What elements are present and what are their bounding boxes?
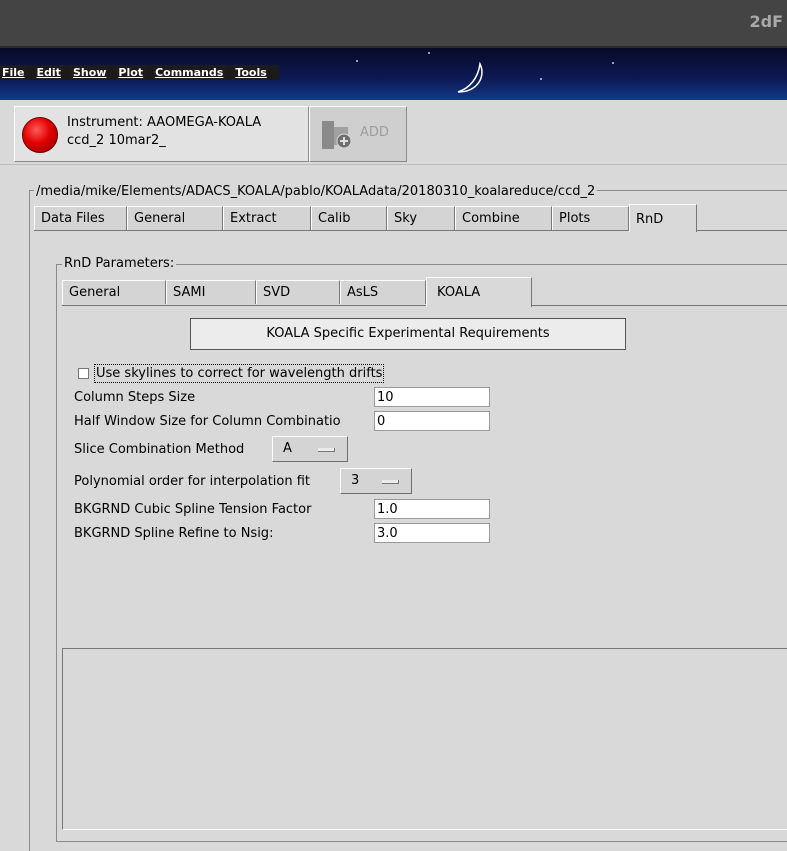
bkg-refine-label: BKGRND Spline Refine to Nsig: (74, 526, 274, 541)
use-skylines-label[interactable]: Use skylines to correct for wavelength d… (94, 364, 385, 383)
rnd-tab-divider-right (532, 305, 787, 306)
bkg-refine-input[interactable] (374, 523, 490, 543)
rnd-tab-koala[interactable]: KOALA (426, 277, 532, 307)
menu-commands[interactable]: Commands (153, 65, 226, 80)
dropdown-indicator-icon (382, 480, 399, 484)
tab-calib[interactable]: Calib (311, 206, 387, 230)
tab-data-files[interactable]: Data Files (34, 206, 127, 230)
rnd-group-label: RnD Parameters: (62, 256, 177, 271)
tab-plots[interactable]: Plots (552, 206, 629, 230)
menu-edit[interactable]: Edit (34, 65, 63, 80)
add-label: ADD (360, 125, 389, 140)
rnd-tab-divider (62, 305, 426, 306)
rnd-tab-sami[interactable]: SAMI (166, 280, 256, 304)
rnd-tab-general[interactable]: General (62, 280, 166, 304)
tab-general[interactable]: General (127, 206, 223, 230)
slice-method-value: A (283, 441, 292, 456)
poly-order-value: 3 (351, 473, 360, 488)
poly-order-select[interactable]: 3 (340, 468, 412, 494)
half-window-label: Half Window Size for Column Combinatio (74, 414, 341, 429)
instrument-bar: Instrument: AAOMEGA-KOALA ccd_2 10mar2_ … (0, 100, 787, 165)
half-window-input[interactable] (374, 411, 490, 431)
rnd-tab-svd[interactable]: SVD (256, 280, 340, 304)
tab-divider-right (697, 230, 787, 231)
path-label: /media/mike/Elements/ADACS_KOALA/pablo/K… (34, 184, 598, 199)
instrument-sublabel: ccd_2 10mar2_ (67, 133, 166, 148)
bkg-tension-label: BKGRND Cubic Spline Tension Factor (74, 502, 312, 517)
tab-combine[interactable]: Combine (455, 206, 552, 230)
menu-file[interactable]: File (0, 65, 27, 80)
menu-show[interactable]: Show (70, 65, 109, 80)
tab-extract[interactable]: Extract (223, 206, 311, 230)
dropdown-indicator-icon (318, 448, 335, 452)
poly-order-label: Polynomial order for interpolation fit (74, 474, 311, 489)
instrument-label: Instrument: AAOMEGA-KOALA (67, 115, 262, 130)
tab-rnd[interactable]: RnD (629, 204, 697, 232)
window-titlebar: 2dF (0, 0, 787, 48)
status-led-icon (22, 117, 58, 153)
slice-method-select[interactable]: A (272, 436, 348, 462)
menu-bar: File Edit Show Plot Commands Tools (0, 48, 787, 100)
add-folder-icon (322, 121, 352, 149)
tab-divider (34, 230, 629, 231)
koala-header-button[interactable]: KOALA Specific Experimental Requirements (190, 318, 626, 350)
menu-tools[interactable]: Tools (233, 65, 269, 80)
tab-sky[interactable]: Sky (387, 206, 455, 230)
bkg-tension-input[interactable] (374, 499, 490, 519)
add-instrument-button[interactable]: ADD (309, 106, 407, 162)
slice-method-label: Slice Combination Method (74, 442, 245, 457)
window-title: 2dF (749, 12, 783, 31)
column-steps-label: Column Steps Size (74, 390, 196, 405)
rnd-tab-asls[interactable]: AsLS (340, 280, 426, 304)
instrument-tab[interactable]: Instrument: AAOMEGA-KOALA ccd_2 10mar2_ (14, 106, 309, 162)
column-steps-input[interactable] (374, 387, 490, 407)
use-skylines-checkbox[interactable] (78, 368, 89, 379)
lower-pane (62, 648, 787, 830)
moon-icon (457, 62, 483, 93)
menu-plot[interactable]: Plot (116, 65, 146, 80)
